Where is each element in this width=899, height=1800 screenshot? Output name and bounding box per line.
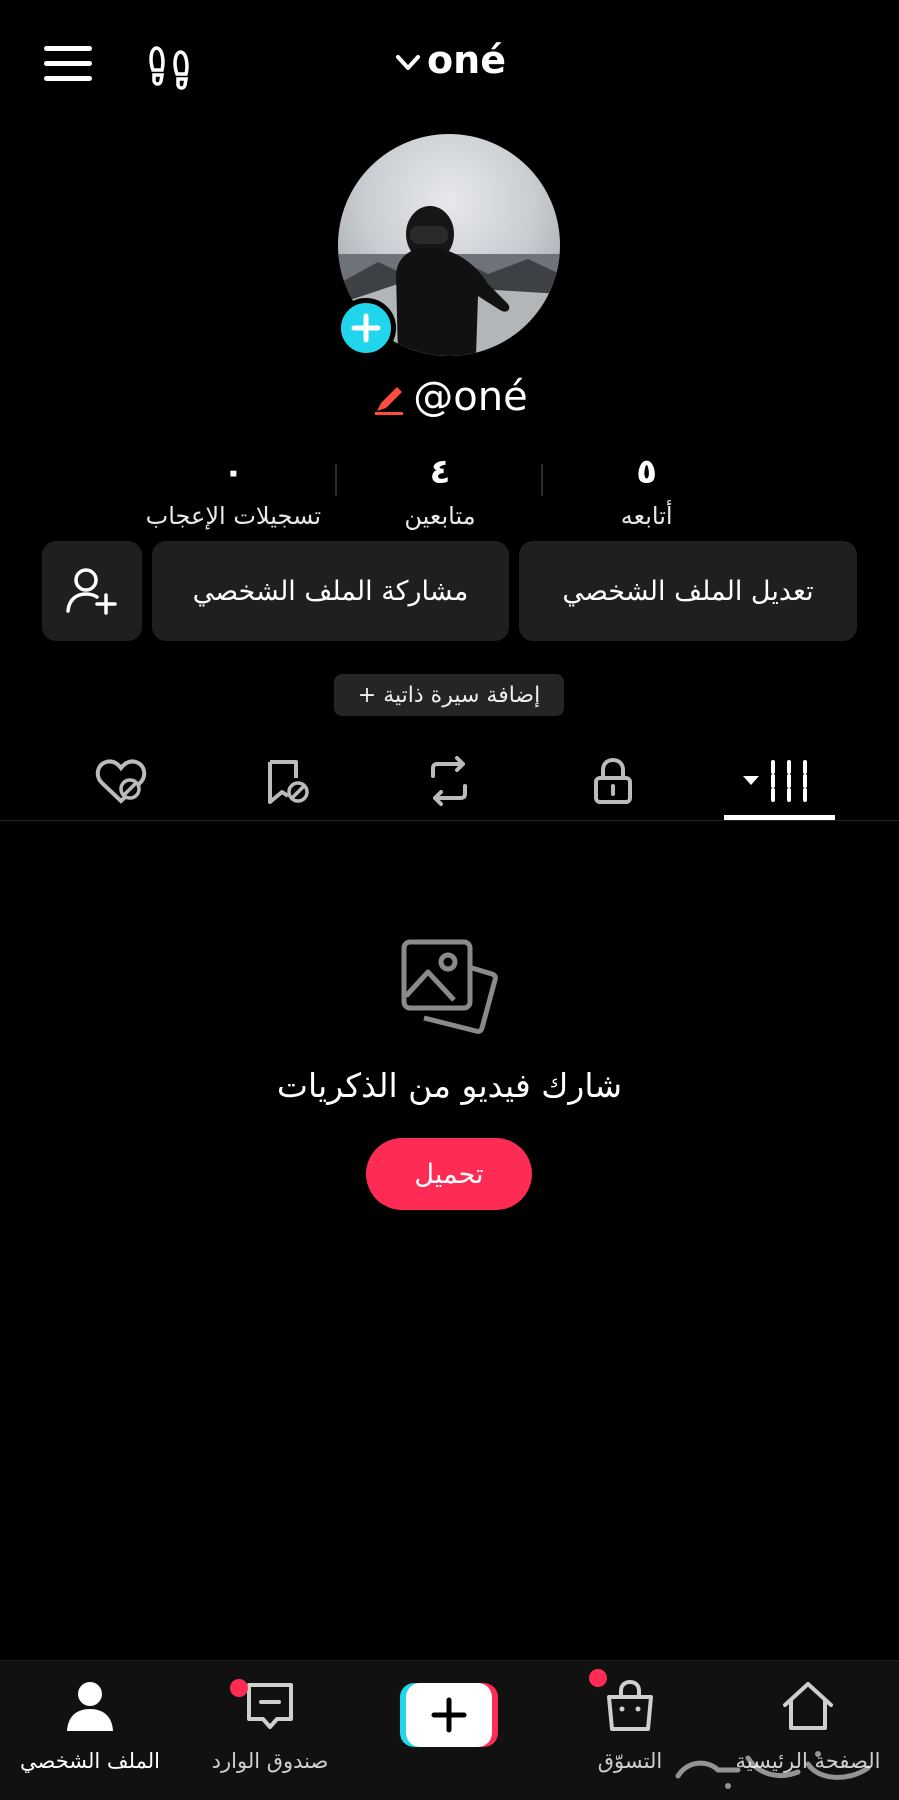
home-icon	[783, 1682, 833, 1730]
stat-following[interactable]: ٥ أتابعه	[543, 448, 750, 538]
likes-label: تسجيلات الإعجاب	[145, 502, 322, 530]
tab-videos[interactable]	[724, 740, 834, 822]
upload-button[interactable]: تحميل	[366, 1138, 532, 1210]
nav-inbox[interactable]: صندوق الوارد	[180, 1661, 360, 1800]
inbox-icon	[247, 1683, 293, 1729]
stat-followers[interactable]: ٤ متابعين	[337, 448, 544, 538]
nav-inbox-label: صندوق الوارد	[211, 1749, 329, 1773]
add-friend-button[interactable]	[42, 541, 142, 641]
username-row: @oné	[0, 374, 899, 420]
liked-hidden-icon	[95, 759, 147, 804]
nav-profile-label: الملف الشخصي	[20, 1749, 160, 1773]
watermark-logo	[675, 1751, 871, 1789]
tab-private[interactable]	[558, 740, 668, 822]
followers-label: متابعين	[404, 502, 476, 530]
pencil-icon[interactable]	[371, 381, 407, 417]
account-switcher[interactable]: oné	[0, 38, 899, 82]
lock-icon	[594, 757, 632, 804]
stat-likes[interactable]: ٠ تسجيلات الإعجاب	[130, 448, 337, 538]
photos-icon	[401, 939, 498, 1034]
create-icon	[431, 1697, 467, 1733]
add-bio-button[interactable]: + إضافة سيرة ذاتية	[334, 674, 564, 716]
share-profile-button[interactable]: مشاركة الملف الشخصي	[152, 541, 509, 641]
tab-reposts[interactable]	[394, 740, 504, 822]
repost-icon	[431, 756, 467, 806]
add-person-icon	[66, 568, 117, 615]
likes-count: ٠	[222, 452, 244, 492]
username: @oné	[413, 374, 528, 420]
edit-profile-button[interactable]: تعديل الملف الشخصي	[519, 541, 857, 641]
tab-liked[interactable]	[66, 740, 176, 822]
followers-count: ٤	[429, 452, 451, 492]
empty-state-text: شارك فيديو من الذكريات	[276, 1066, 623, 1105]
nav-profile[interactable]: الملف الشخصي	[0, 1661, 180, 1800]
divider	[0, 820, 899, 821]
account-name: oné	[427, 38, 506, 82]
profile-tabs	[0, 740, 899, 822]
add-avatar-button[interactable]	[336, 298, 396, 358]
notification-badge	[230, 1679, 248, 1697]
following-label: أتابعه	[620, 502, 673, 530]
chevron-down-icon	[396, 54, 421, 70]
profile-stats: ٠ تسجيلات الإعجاب ٤ متابعين ٥ أتابعه	[130, 448, 750, 538]
plus-icon	[351, 313, 381, 343]
tab-favorites[interactable]	[232, 740, 342, 822]
person-icon	[67, 1682, 113, 1731]
create-button[interactable]	[400, 1683, 498, 1747]
bookmark-hidden-icon	[268, 760, 309, 804]
following-count: ٥	[636, 452, 658, 492]
videos-grid-icon	[743, 760, 807, 802]
notification-badge	[589, 1669, 607, 1687]
shop-icon	[607, 1679, 653, 1731]
